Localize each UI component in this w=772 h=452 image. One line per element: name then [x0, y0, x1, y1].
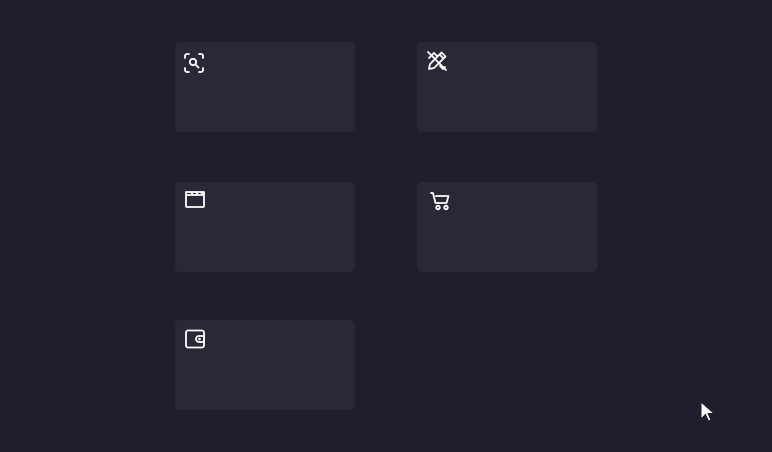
wallet-card[interactable]: [175, 320, 355, 410]
shopping-cart-card[interactable]: [417, 182, 597, 272]
tile-grid-page: [0, 0, 772, 452]
mouse-pointer-icon: [699, 400, 717, 422]
scan-search-icon: [183, 52, 205, 74]
pencil-ruler-off-card[interactable]: [417, 42, 597, 132]
clapperboard-card[interactable]: [175, 182, 355, 272]
wallet-icon: [184, 328, 206, 350]
scan-search-card[interactable]: [175, 42, 355, 132]
clapperboard-icon: [184, 188, 206, 210]
pencil-ruler-off-icon: [426, 50, 448, 72]
shopping-cart-icon: [430, 190, 452, 212]
